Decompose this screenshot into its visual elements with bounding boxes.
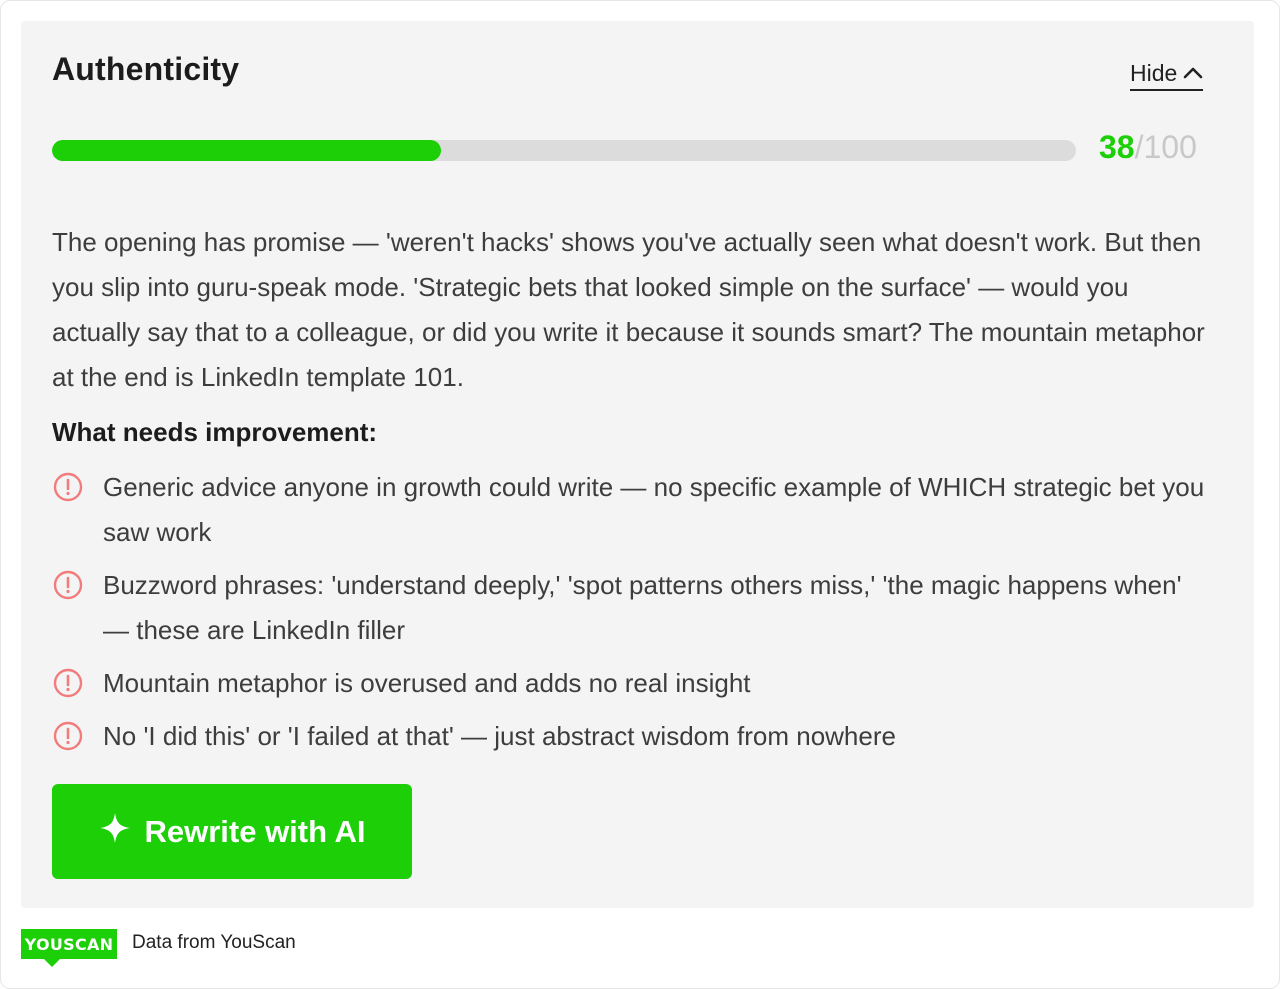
feedback-description: The opening has promise — 'weren't hacks… bbox=[52, 227, 1205, 392]
improvement-item: Generic advice anyone in growth could wr… bbox=[52, 465, 1212, 555]
score-readout: 38/100 bbox=[1099, 129, 1197, 166]
score-max: 100 bbox=[1143, 129, 1197, 165]
alert-circle-icon bbox=[52, 569, 84, 601]
sparkle-icon bbox=[98, 811, 132, 853]
authenticity-card: Authenticity Hide 38/100 The opening has… bbox=[21, 21, 1254, 908]
hide-button[interactable]: Hide bbox=[1130, 57, 1204, 91]
hide-label: Hide bbox=[1130, 59, 1178, 86]
youscan-logo: YOUSCAN bbox=[21, 929, 117, 959]
chevron-up-icon bbox=[1183, 66, 1203, 80]
improvement-text: Generic advice anyone in growth could wr… bbox=[103, 472, 1205, 547]
alert-circle-icon bbox=[52, 720, 84, 752]
improvement-item: No 'I did this' or 'I failed at that' — … bbox=[52, 714, 1212, 759]
improvement-heading: What needs improvement: bbox=[52, 417, 378, 447]
improvement-list: Generic advice anyone in growth could wr… bbox=[52, 465, 1212, 767]
alert-circle-icon bbox=[52, 471, 84, 503]
youscan-logo-tail bbox=[44, 959, 60, 967]
card-title: Authenticity bbox=[52, 51, 240, 87]
improvement-text: Mountain metaphor is overused and adds n… bbox=[103, 668, 751, 698]
footer-source-text: Data from YouScan bbox=[132, 932, 296, 953]
improvement-text: No 'I did this' or 'I failed at that' — … bbox=[103, 721, 896, 751]
alert-circle-icon bbox=[52, 667, 84, 699]
score-value: 38 bbox=[1099, 129, 1135, 165]
score-progress-fill bbox=[52, 140, 442, 161]
rewrite-with-ai-button[interactable]: Rewrite with AI bbox=[52, 784, 412, 879]
improvement-item: Buzzword phrases: 'understand deeply,' '… bbox=[52, 563, 1212, 653]
rewrite-label: Rewrite with AI bbox=[144, 813, 366, 849]
improvement-item: Mountain metaphor is overused and adds n… bbox=[52, 661, 1212, 706]
score-progress-bar bbox=[52, 140, 1076, 161]
improvement-text: Buzzword phrases: 'understand deeply,' '… bbox=[103, 570, 1182, 645]
